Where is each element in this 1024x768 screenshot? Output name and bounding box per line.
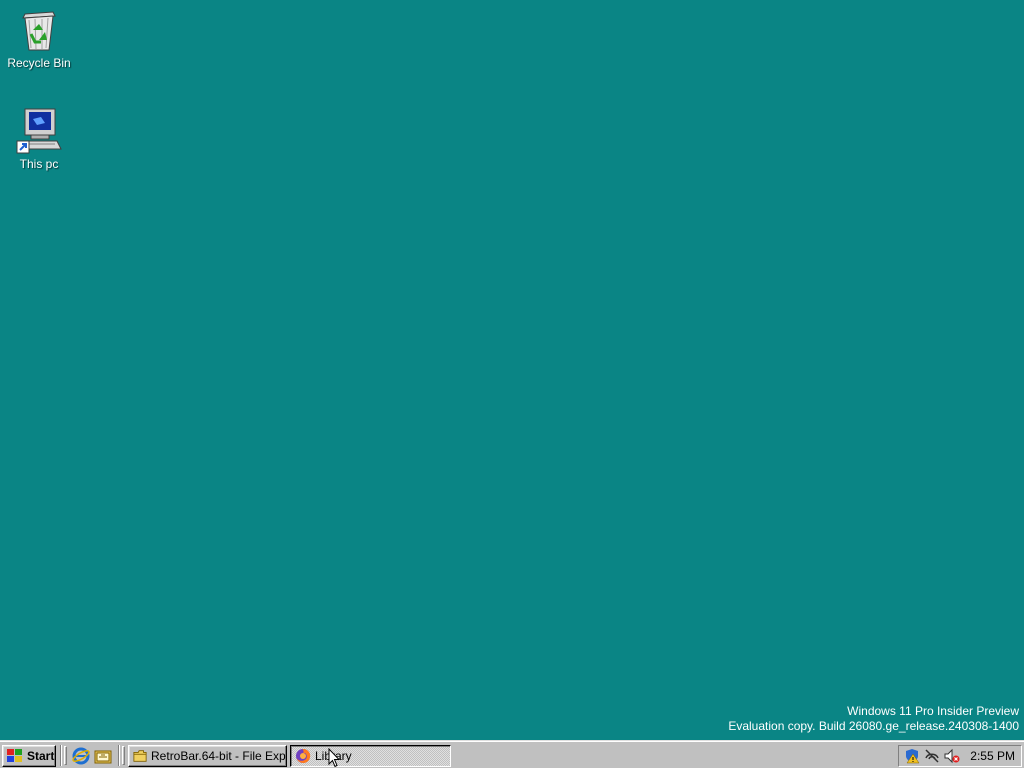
windows-logo-icon (7, 749, 22, 762)
taskbar-clock[interactable]: 2:55 PM (970, 749, 1015, 763)
taskbar: Start RetroBar.64-bit - File Explo... Li… (0, 740, 1024, 768)
recycle-bin-icon (22, 11, 56, 51)
task-button-label: Library (315, 749, 352, 763)
task-button-label: RetroBar.64-bit - File Explo... (151, 749, 286, 763)
desktop[interactable]: Recycle Bin This pc Windows 11 Pro Insid… (0, 0, 1024, 740)
watermark-build: Evaluation copy. Build 26080.ge_release.… (728, 719, 1019, 733)
notification-area: 2:55 PM (898, 745, 1022, 767)
taskbar-separator (118, 745, 120, 766)
taskbar-separator (60, 745, 62, 766)
desktop-icon-label: Recycle Bin (7, 56, 71, 70)
folder-icon (133, 750, 147, 762)
evaluation-watermark: Windows 11 Pro Insider Preview Evaluatio… (728, 704, 1019, 734)
firefox-icon (296, 748, 311, 763)
start-button[interactable]: Start (2, 745, 56, 767)
start-label: Start (27, 749, 55, 763)
volume-muted-icon[interactable] (944, 748, 960, 764)
internet-explorer-icon[interactable] (72, 747, 90, 765)
task-button-library[interactable]: Library (290, 745, 451, 767)
toolbar-grip[interactable] (122, 746, 125, 765)
security-warning-icon[interactable] (904, 748, 920, 764)
desktop-icon-label: This pc (19, 157, 59, 171)
network-disconnected-icon[interactable] (924, 748, 940, 764)
computer-icon (16, 108, 62, 154)
toolbar-grip[interactable] (64, 746, 67, 765)
task-button-file-explorer[interactable]: RetroBar.64-bit - File Explo... (128, 745, 287, 767)
desktop-icon-this-pc[interactable]: This pc (1, 107, 77, 171)
desktop-icon-recycle-bin[interactable]: Recycle Bin (1, 6, 77, 70)
show-desktop-icon[interactable] (94, 747, 112, 765)
watermark-edition: Windows 11 Pro Insider Preview (847, 704, 1019, 718)
